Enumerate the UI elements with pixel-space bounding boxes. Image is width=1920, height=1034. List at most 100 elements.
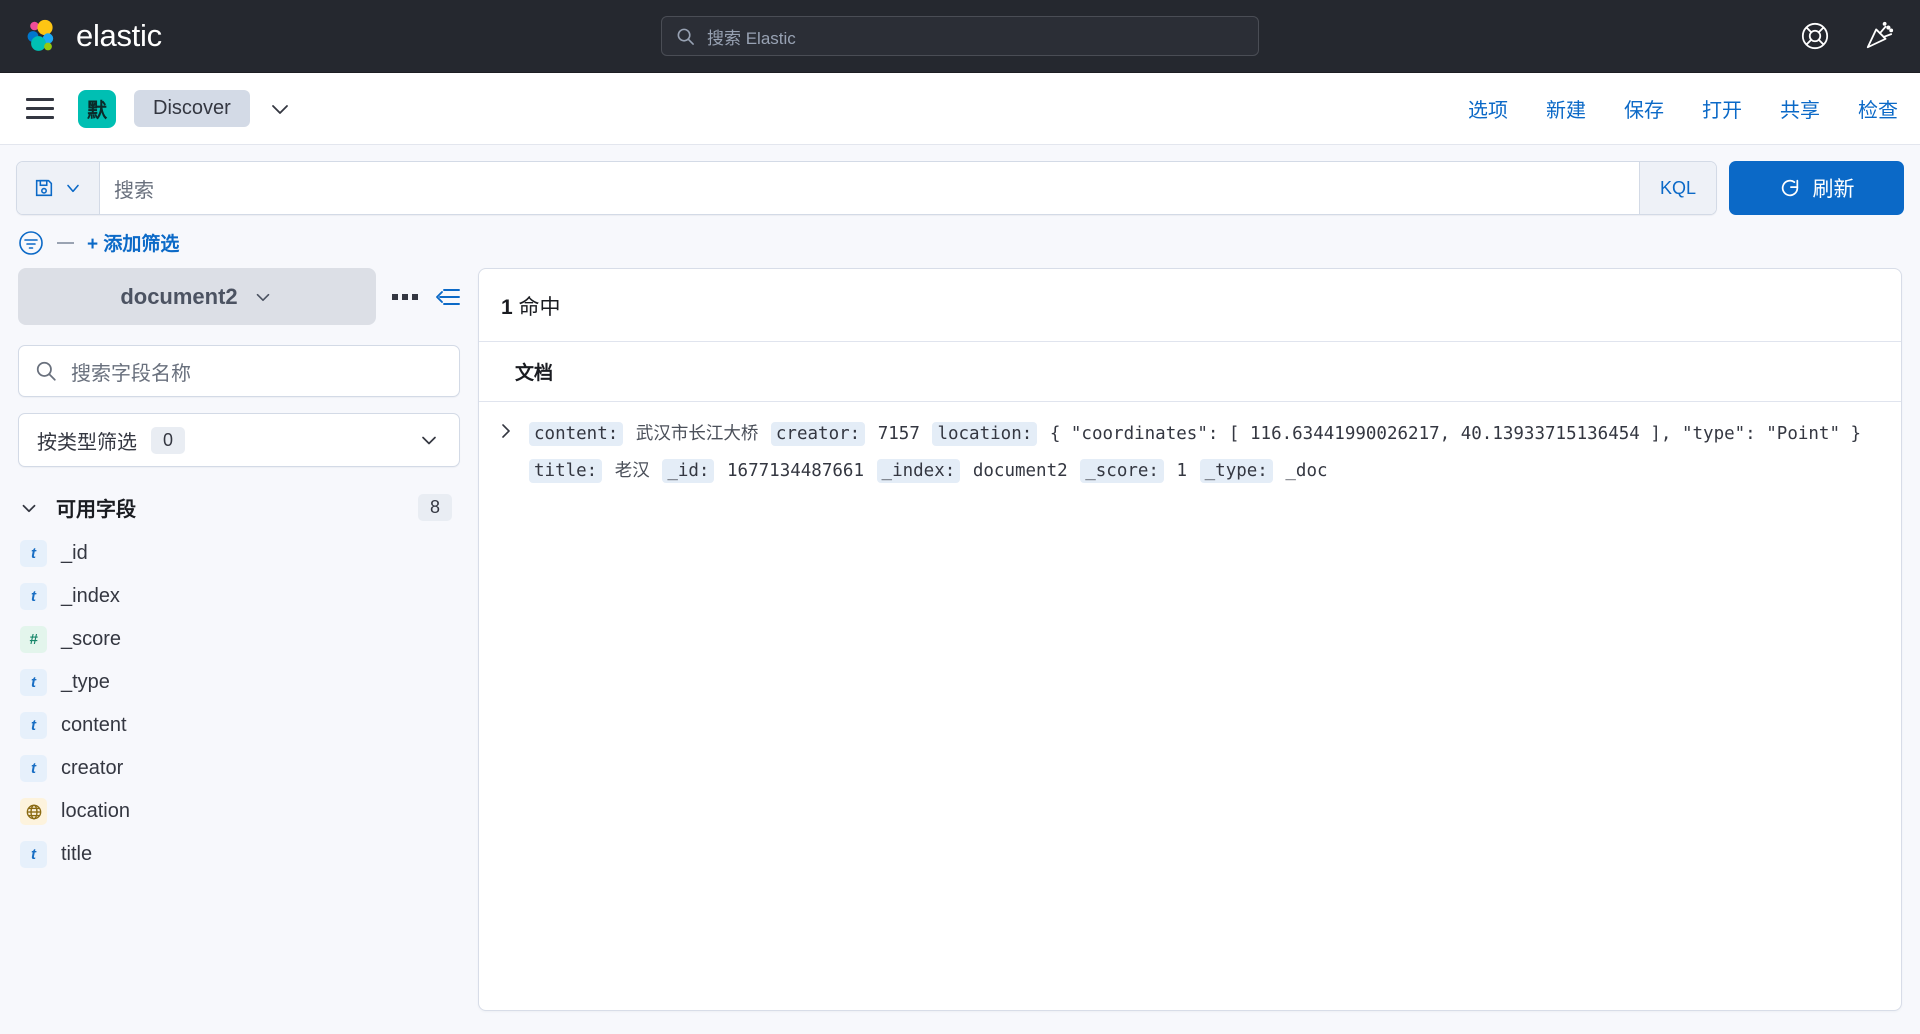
global-search-wrapper: 搜索 Elastic	[661, 16, 1259, 56]
available-fields-label: 可用字段	[56, 499, 136, 521]
menu-toggle-icon[interactable]	[26, 97, 54, 120]
field-name: title	[61, 843, 93, 865]
filter-options-icon[interactable]	[18, 230, 44, 256]
field-name: _score	[61, 628, 122, 650]
chevron-down-icon[interactable]	[268, 97, 292, 121]
field-name: creator	[61, 757, 124, 779]
field-type-filter-label: 按类型筛选	[37, 431, 137, 454]
query-input-placeholder: 搜索	[114, 179, 154, 202]
nav-link-save[interactable]: 保存	[1624, 94, 1664, 123]
add-filter-button[interactable]: + 添加筛选	[87, 229, 179, 256]
field-name: location	[61, 800, 130, 822]
field-item[interactable]: t _type	[18, 661, 460, 704]
index-pattern-switcher[interactable]: document2	[18, 268, 376, 325]
field-search-placeholder: 搜索字段名称	[71, 362, 191, 385]
field-type-string-icon: t	[20, 540, 47, 567]
chevron-down-icon	[18, 497, 40, 519]
index-pattern-row: document2	[18, 268, 460, 325]
field-item[interactable]: t creator	[18, 747, 460, 790]
field-list: t _id t _index # _score t _type t content t creator…	[18, 532, 460, 876]
help-icon[interactable]	[1800, 21, 1830, 51]
documents-table-header: 文档	[479, 342, 1901, 402]
search-icon	[35, 360, 57, 382]
available-fields-header[interactable]: 可用字段 8	[18, 493, 460, 522]
field-item[interactable]: location	[18, 790, 460, 833]
brand-name: elastic	[76, 18, 162, 53]
field-type-string-icon: t	[20, 583, 47, 610]
refresh-button[interactable]: 刷新	[1729, 161, 1904, 215]
field-item[interactable]: t _id	[18, 532, 460, 575]
elastic-logo-icon	[22, 17, 60, 55]
field-type-string-icon: t	[20, 712, 47, 739]
global-search-field[interactable]: 搜索 Elastic	[661, 16, 1259, 56]
document-field-key: _score:	[1080, 458, 1164, 483]
nav-link-options[interactable]: 选项	[1468, 94, 1508, 123]
document-field-key: creator:	[770, 422, 866, 446]
field-type-geo-icon	[20, 798, 47, 825]
header-icon-group	[1800, 21, 1894, 51]
save-icon	[33, 177, 55, 199]
field-item[interactable]: t content	[18, 704, 460, 747]
document-field-value: 武汉市长江大桥	[635, 423, 759, 443]
available-fields-count: 8	[417, 494, 452, 521]
nav-link-share[interactable]: 共享	[1780, 94, 1820, 123]
document-field-key: content:	[529, 422, 624, 446]
field-type-filter[interactable]: 按类型筛选 0	[18, 413, 460, 467]
filter-bar: + 添加筛选	[0, 215, 1920, 268]
nav-link-new[interactable]: 新建	[1546, 94, 1586, 123]
query-bar: 搜索 KQL	[16, 161, 1717, 215]
sidebar-more-options-icon[interactable]	[392, 293, 418, 300]
document-field-key: _id:	[662, 458, 715, 483]
document-field-value: document2	[972, 460, 1068, 481]
document-field-value: 老汉	[614, 459, 650, 480]
field-name: _type	[61, 671, 110, 693]
search-icon	[676, 27, 695, 46]
table-row[interactable]: content: 武汉市长江大桥 creator: 7157 location:…	[479, 402, 1901, 506]
field-type-number-icon: #	[20, 626, 47, 653]
space-avatar[interactable]: 默	[78, 89, 116, 128]
nav-link-inspect[interactable]: 检查	[1858, 94, 1898, 123]
chevron-down-icon	[63, 178, 83, 198]
document-field-value: 1677134487661	[727, 460, 864, 481]
page-body: document2 搜索字段名称 按类型筛选 0 可用字段 8 t _id t …	[0, 268, 1920, 1031]
documents-table-body: content: 武汉市长江大桥 creator: 7157 location:…	[479, 402, 1901, 1010]
saved-query-menu-button[interactable]	[17, 162, 100, 214]
query-input[interactable]: 搜索	[100, 162, 1639, 214]
query-language-button[interactable]: KQL	[1638, 162, 1716, 214]
field-name: _id	[61, 542, 88, 564]
chevron-down-icon	[252, 286, 274, 308]
application-nav-bar: 默 Discover 选项 新建 保存 打开 共享 检查	[0, 73, 1920, 145]
chevron-down-icon	[417, 428, 441, 452]
document-summary: content: 武汉市长江大桥 creator: 7157 location:…	[529, 416, 1879, 490]
document-field-value: _doc	[1285, 460, 1328, 481]
field-name: content	[61, 714, 127, 736]
refresh-label: 刷新	[1812, 178, 1855, 201]
document-field-key: location:	[932, 422, 1038, 446]
field-type-string-icon: t	[20, 755, 47, 782]
brand[interactable]: elastic	[0, 17, 162, 55]
hits-bar: 1 命中	[479, 269, 1901, 342]
nav-link-open[interactable]: 打开	[1702, 94, 1742, 123]
collapse-sidebar-icon[interactable]	[434, 286, 460, 308]
field-item[interactable]: t _index	[18, 575, 460, 618]
document-field-key: _index:	[876, 458, 961, 483]
global-search-placeholder: 搜索 Elastic	[707, 28, 796, 48]
query-bar-row: 搜索 KQL 刷新	[0, 145, 1920, 215]
hits-count: 1	[501, 296, 513, 319]
document-field-key: _type:	[1199, 458, 1273, 483]
document-field-key: title:	[529, 458, 603, 483]
field-search-input[interactable]: 搜索字段名称	[18, 345, 460, 397]
index-pattern-name: document2	[120, 283, 238, 309]
refresh-icon	[1779, 177, 1801, 199]
filter-separator	[57, 241, 74, 244]
global-header: elastic 搜索 Elastic	[0, 0, 1920, 73]
field-type-filter-count: 0	[151, 426, 186, 454]
field-type-string-icon: t	[20, 669, 47, 696]
field-item[interactable]: t title	[18, 833, 460, 876]
expand-row-icon[interactable]	[493, 416, 519, 490]
breadcrumb-discover[interactable]: Discover	[134, 90, 250, 127]
field-item[interactable]: # _score	[18, 618, 460, 661]
field-name: _index	[61, 585, 120, 607]
whats-new-icon[interactable]	[1864, 21, 1894, 51]
field-sidebar: document2 搜索字段名称 按类型筛选 0 可用字段 8 t _id t …	[18, 268, 478, 1011]
